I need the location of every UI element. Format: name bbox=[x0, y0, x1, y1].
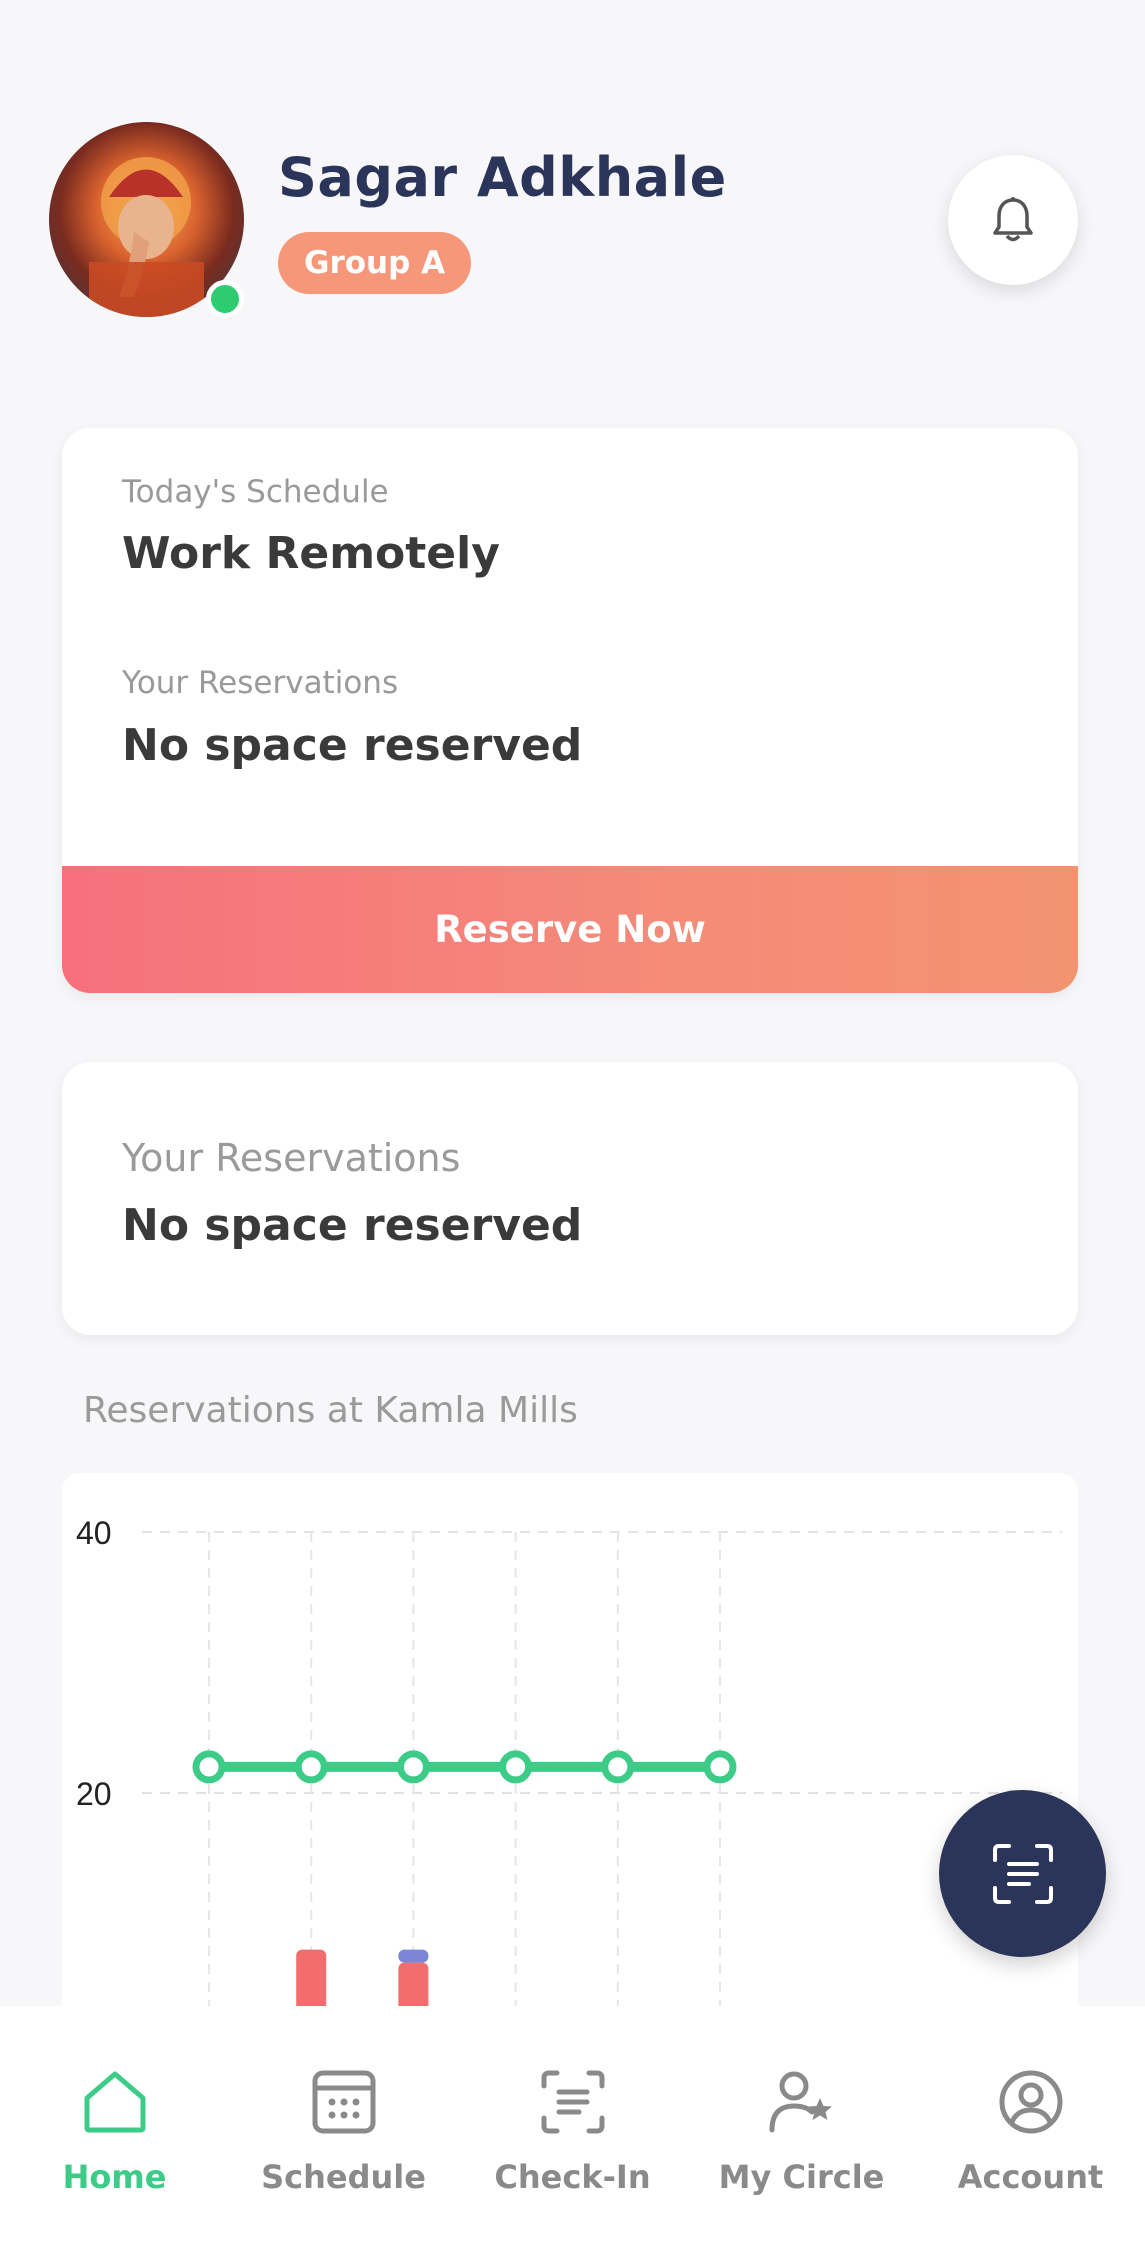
notifications-button[interactable] bbox=[948, 155, 1078, 285]
bar bbox=[398, 1949, 429, 1963]
schedule-label: Today's Schedule bbox=[122, 474, 389, 510]
nav-item-account[interactable]: Account bbox=[916, 2006, 1145, 2248]
reservations-card-value: No space reserved bbox=[122, 1200, 583, 1251]
scan-icon bbox=[992, 1843, 1053, 1904]
reservations-value: No space reserved bbox=[122, 720, 583, 771]
home-icon bbox=[84, 2071, 145, 2133]
bottom-nav: Home Schedule Check-In My Circle Account bbox=[0, 2006, 1145, 2248]
user-star-icon bbox=[769, 2071, 832, 2133]
chart-section-title: Reservations at Kamla Mills bbox=[83, 1390, 578, 1431]
scan-fab-button[interactable] bbox=[939, 1790, 1106, 1957]
line-point bbox=[601, 1750, 635, 1784]
reservations-card-label: Your Reservations bbox=[122, 1136, 461, 1180]
reservations-card: Your Reservations No space reserved bbox=[62, 1062, 1078, 1335]
bell-icon bbox=[993, 197, 1033, 242]
nav-label-account: Account bbox=[957, 2158, 1104, 2196]
line-point bbox=[396, 1750, 430, 1784]
reserve-now-button[interactable]: Reserve Now bbox=[62, 866, 1078, 993]
nav-item-check-in[interactable]: Check-In bbox=[458, 2006, 687, 2248]
schedule-card: Today's Schedule Work Remotely Your Rese… bbox=[62, 428, 1078, 993]
calendar-icon bbox=[312, 2070, 375, 2134]
nav-label-home: Home bbox=[62, 2158, 167, 2196]
nav-label-check-in: Check-In bbox=[494, 2158, 651, 2196]
reservations-chart: 20 40 bbox=[62, 1473, 1078, 2033]
reservations-label: Your Reservations bbox=[122, 665, 399, 701]
nav-item-schedule[interactable]: Schedule bbox=[229, 2006, 458, 2248]
nav-label-schedule: Schedule bbox=[261, 2158, 426, 2196]
y-tick-label: 40 bbox=[76, 1515, 112, 1551]
nav-label-my-circle: My Circle bbox=[718, 2158, 885, 2196]
user-name: Sagar Adkhale bbox=[278, 146, 727, 209]
account-icon bbox=[999, 2070, 1062, 2134]
line-point bbox=[499, 1750, 533, 1784]
nav-item-my-circle[interactable]: My Circle bbox=[687, 2006, 916, 2248]
group-badge: Group A bbox=[278, 232, 472, 294]
online-status-dot bbox=[206, 280, 244, 318]
schedule-value: Work Remotely bbox=[122, 528, 500, 579]
line-point bbox=[703, 1750, 737, 1784]
nav-item-home[interactable]: Home bbox=[0, 2006, 229, 2248]
scan-icon bbox=[541, 2070, 604, 2134]
line-point bbox=[294, 1750, 328, 1784]
chart-svg: 2040 bbox=[76, 1515, 1062, 2033]
y-tick-label: 20 bbox=[76, 1776, 112, 1812]
line-point bbox=[192, 1750, 226, 1784]
